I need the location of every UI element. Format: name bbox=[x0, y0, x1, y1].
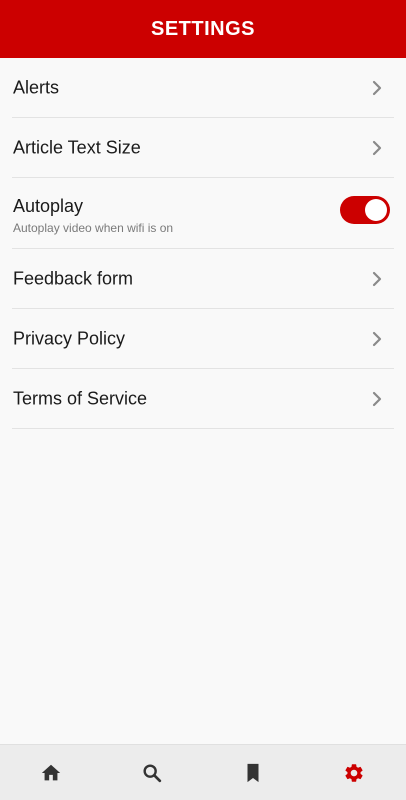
settings-item-article-text-size[interactable]: Article Text Size bbox=[12, 118, 394, 178]
chevron-right-icon bbox=[372, 80, 382, 95]
nav-settings[interactable] bbox=[303, 745, 404, 800]
page-title: SETTINGS bbox=[150, 17, 255, 40]
bottom-nav bbox=[0, 744, 406, 800]
chevron-right-icon bbox=[372, 331, 382, 346]
settings-item-alerts[interactable]: Alerts bbox=[12, 58, 394, 118]
settings-item-label: Autoplay bbox=[13, 196, 84, 216]
search-icon bbox=[142, 763, 161, 782]
settings-item-autoplay: Autoplay Autoplay video when wifi is on bbox=[12, 178, 394, 249]
home-icon bbox=[41, 764, 60, 780]
settings-item-sublabel: Autoplay video when wifi is on bbox=[13, 221, 174, 235]
settings-item-terms-of-service[interactable]: Terms of Service bbox=[12, 369, 394, 429]
toggle-knob bbox=[365, 199, 387, 221]
autoplay-toggle[interactable] bbox=[340, 196, 390, 224]
chevron-right-icon bbox=[372, 391, 382, 406]
settings-item-label: Alerts bbox=[13, 77, 60, 97]
settings-item-label: Privacy Policy bbox=[13, 328, 126, 348]
gear-icon bbox=[344, 763, 363, 782]
settings-item-label: Article Text Size bbox=[13, 137, 141, 157]
settings-item-feedback-form[interactable]: Feedback form bbox=[12, 249, 394, 309]
settings-item-privacy-policy[interactable]: Privacy Policy bbox=[12, 309, 394, 369]
nav-bookmarks[interactable] bbox=[202, 745, 303, 800]
app-header: SETTINGS bbox=[0, 0, 406, 58]
bookmark-icon bbox=[247, 763, 258, 782]
nav-search[interactable] bbox=[101, 745, 202, 800]
settings-item-label: Terms of Service bbox=[13, 388, 148, 408]
chevron-right-icon bbox=[372, 140, 382, 155]
settings-item-label: Feedback form bbox=[13, 268, 134, 288]
settings-list: Alerts Article Text Size Autoplay Autopl… bbox=[0, 58, 406, 429]
chevron-right-icon bbox=[372, 271, 382, 286]
nav-home[interactable] bbox=[0, 745, 101, 800]
